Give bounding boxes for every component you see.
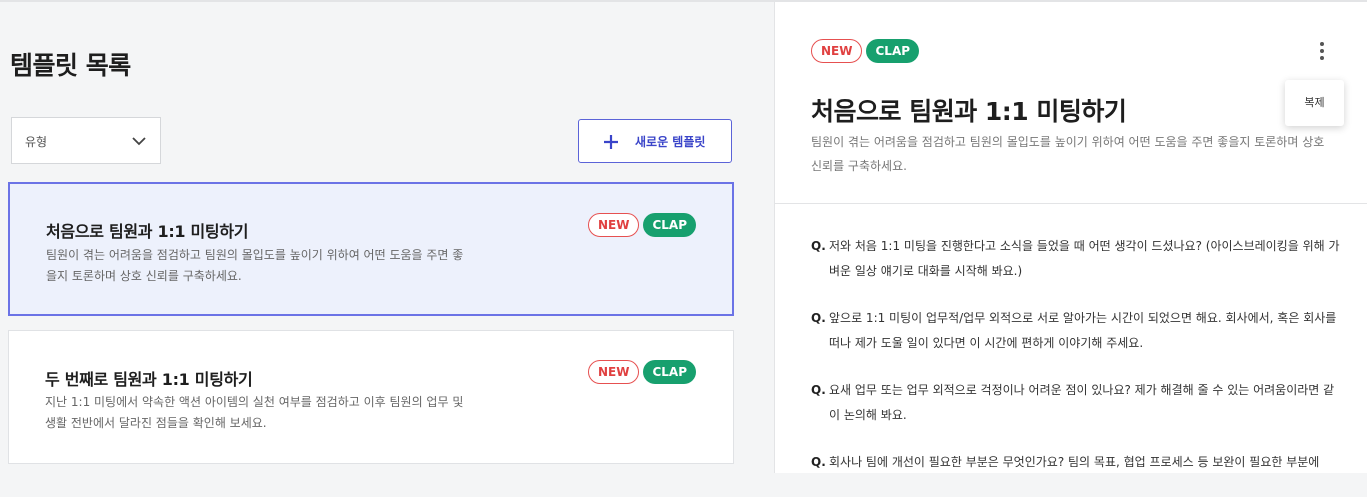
type-filter-label: 유형 xyxy=(25,135,48,149)
new-template-label: 새로운 템플릿 xyxy=(635,135,706,149)
clap-badge: CLAP xyxy=(643,213,696,237)
copy-menu-item[interactable]: 복제 xyxy=(1285,80,1344,126)
question-marker: Q. xyxy=(811,455,826,469)
new-badge: NEW xyxy=(811,39,863,63)
question-item: Q. 회사나 팀에 개선이 필요한 부분은 무엇인가요? 팀의 목표, 협업 프… xyxy=(811,450,1341,475)
detail-description: 팀원이 겪는 어려움을 점검하고 팀원의 몰입도를 높이기 위하여 어떤 도움을… xyxy=(811,135,1325,173)
template-detail-pane: NEW CLAP 복제 처음으로 팀원과 1:1 미팅하기 팀원이 겪는 어려움… xyxy=(774,2,1367,473)
question-text: 앞으로 1:1 미팅이 업무적/업무 외적으로 서로 알아가는 시간이 되었으면… xyxy=(829,311,1337,350)
question-marker: Q. xyxy=(811,383,826,397)
more-options-icon[interactable] xyxy=(1312,40,1332,64)
question-list: Q. 저와 처음 1:1 미팅을 진행한다고 소식을 들었을 때 어떤 생각이 … xyxy=(811,234,1341,497)
template-card[interactable]: 처음으로 팀원과 1:1 미팅하기 팀원이 겪는 어려움을 점검하고 팀원의 몰… xyxy=(8,182,734,316)
question-item: Q. 요새 업무 또는 업무 외적으로 걱정이나 어려운 점이 있나요? 제가 … xyxy=(811,378,1341,428)
template-card-badges: NEW CLAP xyxy=(587,213,696,237)
detail-badges: NEW CLAP xyxy=(811,39,920,63)
clap-badge: CLAP xyxy=(643,360,696,384)
template-card-badges: NEW CLAP xyxy=(587,360,696,384)
template-list-pane: 템플릿 목록 유형 새로운 템플릿 처음으로 팀원과 1:1 미팅하기 팀원이 … xyxy=(0,0,774,473)
detail-title: 처음으로 팀원과 1:1 미팅하기 xyxy=(811,97,1127,126)
clap-badge: CLAP xyxy=(866,39,920,63)
question-item: Q. 저와 처음 1:1 미팅을 진행한다고 소식을 들었을 때 어떤 생각이 … xyxy=(811,234,1341,284)
template-card[interactable]: 두 번째로 팀원과 1:1 미팅하기 지난 1:1 미팅에서 약속한 액션 아이… xyxy=(8,330,734,464)
question-text: 회사나 팀에 개선이 필요한 부분은 무엇인가요? 팀의 목표, 협업 프로세스… xyxy=(829,455,1320,469)
chevron-down-icon xyxy=(132,137,146,146)
new-template-button[interactable]: 새로운 템플릿 xyxy=(578,119,732,163)
page-title: 템플릿 목록 xyxy=(10,51,131,80)
new-badge: NEW xyxy=(587,213,640,237)
template-card-description: 지난 1:1 미팅에서 약속한 액션 아이템의 실천 여부를 점검하고 이후 팀… xyxy=(45,395,464,430)
plus-icon xyxy=(604,135,618,149)
question-text: 저와 처음 1:1 미팅을 진행한다고 소식을 들었을 때 어떤 생각이 드셨나… xyxy=(829,239,1340,278)
question-marker: Q. xyxy=(811,239,826,253)
question-marker: Q. xyxy=(811,311,826,325)
type-filter-select[interactable]: 유형 xyxy=(11,117,161,164)
template-card-title: 처음으로 팀원과 1:1 미팅하기 xyxy=(46,222,249,241)
new-badge: NEW xyxy=(587,360,640,384)
question-item: Q. 앞으로 1:1 미팅이 업무적/업무 외적으로 서로 알아가는 시간이 되… xyxy=(811,306,1341,356)
template-card-description: 팀원이 겪는 어려움을 점검하고 팀원의 몰입도를 높이기 위하여 어떤 도움을… xyxy=(46,248,464,283)
question-text: 요새 업무 또는 업무 외적으로 걱정이나 어려운 점이 있나요? 제가 해결해… xyxy=(829,383,1335,422)
template-card-title: 두 번째로 팀원과 1:1 미팅하기 xyxy=(45,370,253,389)
divider xyxy=(775,203,1367,204)
